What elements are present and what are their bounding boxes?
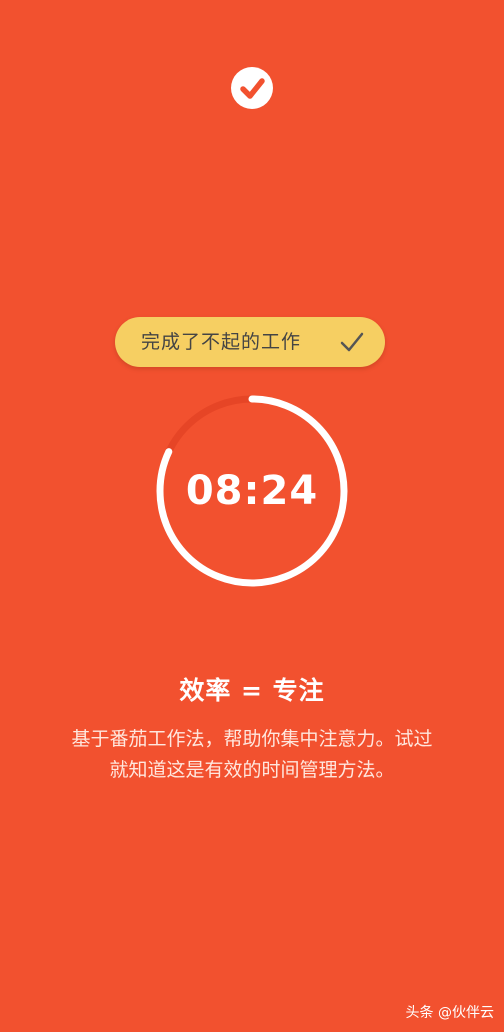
intro-headline: 效率 = 专注 xyxy=(179,676,325,705)
watermark: 头条 @伙伴云 xyxy=(405,1005,494,1021)
task-title-pill[interactable]: 完成了不起的工作 xyxy=(115,317,385,367)
intro-line-1: 基于番茄工作法，帮助你集中注意力。试过 xyxy=(71,728,433,750)
intro-description: 基于番茄工作法，帮助你集中注意力。试过 就知道这是有效的时间管理方法。 xyxy=(40,724,464,786)
app-screen: 完成了不起的工作 08:24 效率 = 专注 基于番茄工作法，帮助你集中注意力。… xyxy=(0,0,504,1032)
intro-line-2: 就知道这是有效的时间管理方法。 xyxy=(109,759,395,781)
check-circle-icon xyxy=(231,67,273,109)
timer-time: 08:24 xyxy=(185,468,319,514)
task-title: 完成了不起的工作 xyxy=(141,331,302,353)
checkmark-icon[interactable] xyxy=(339,330,365,358)
timer-ring[interactable]: 08:24 xyxy=(154,393,350,589)
